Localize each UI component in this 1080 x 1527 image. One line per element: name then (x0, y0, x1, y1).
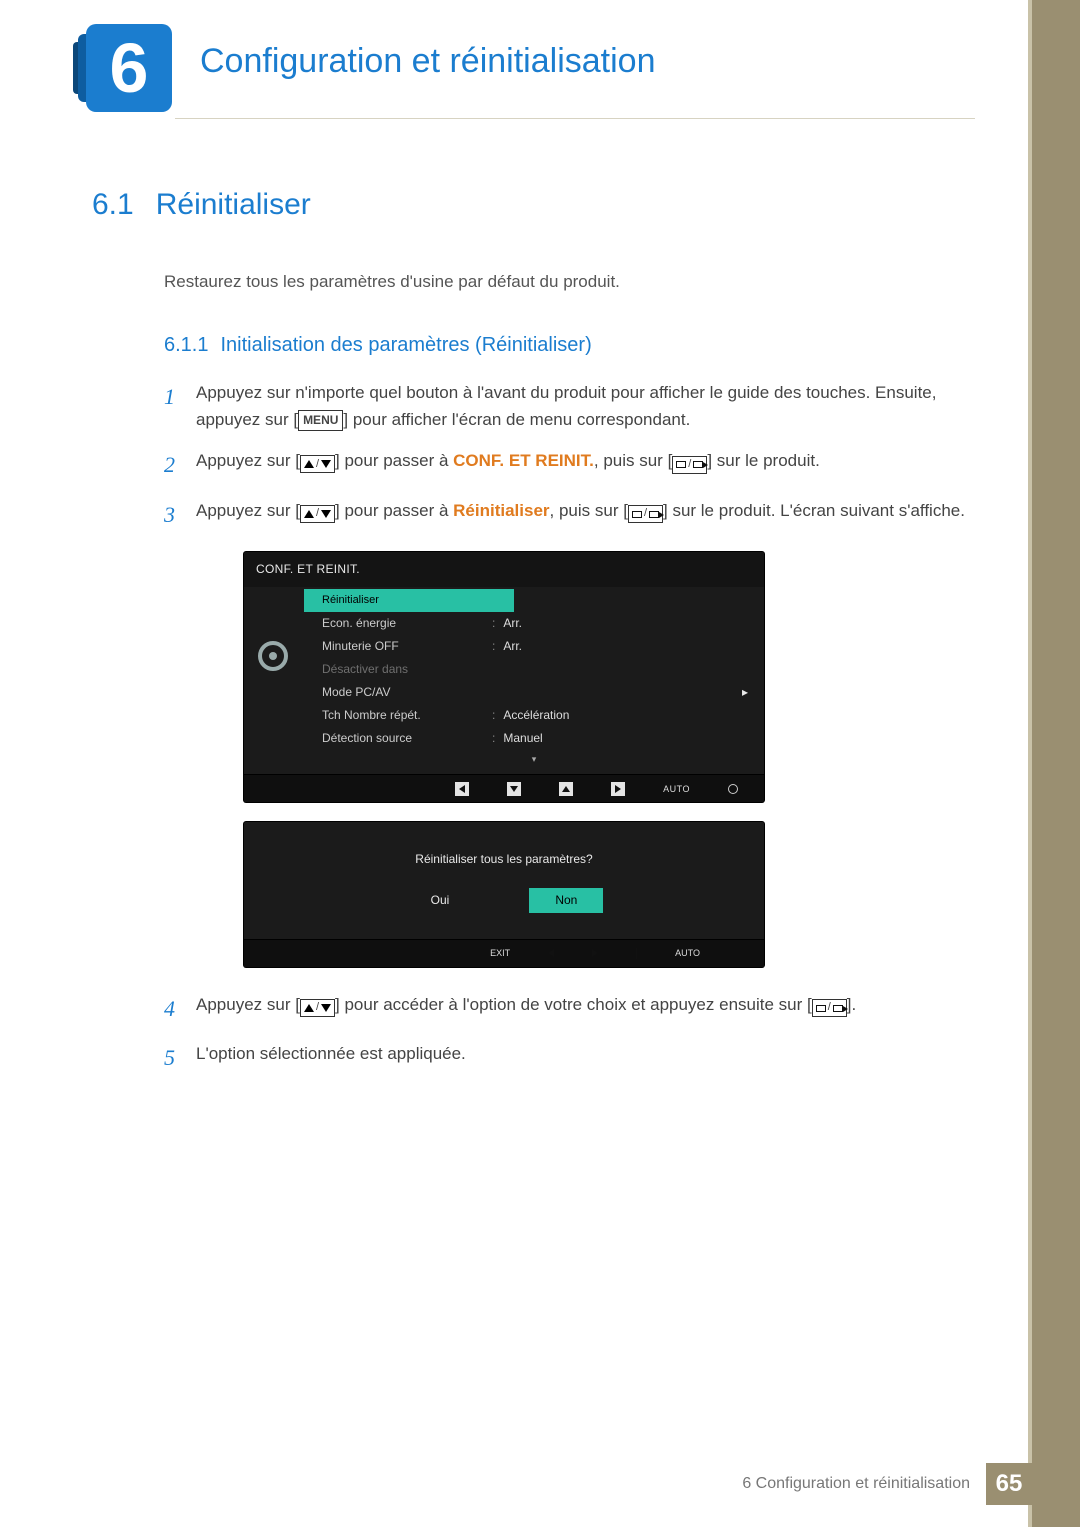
enter-button-icon (636, 946, 637, 960)
right-button-icon (592, 949, 598, 957)
page-number: 65 (986, 1463, 1032, 1505)
chapter-title: Configuration et réinitialisation (200, 42, 655, 81)
osd-wrap: CONF. ET REINIT. Réinitialiser Econ. éne… (244, 552, 764, 967)
step-text: Appuyez sur [/] pour passer à Réinitiali… (196, 497, 965, 532)
menu-button-icon: MENU (298, 410, 343, 431)
page-content: 6.1 Réinitialiser Restaurez tous les para… (92, 188, 972, 1089)
subsection-heading: 6.1.1 Initialisation des paramètres (Réin… (164, 334, 972, 357)
subsection-number: 6.1.1 (164, 334, 208, 356)
osd-title: CONF. ET REINIT. (244, 552, 764, 587)
osd-row-econ-energie: Econ. énergie:Arr. (304, 612, 764, 635)
osd2-button-bar: EXIT AUTO (244, 939, 764, 967)
step-number: 2 (164, 447, 182, 482)
step-text: Appuyez sur [/] pour passer à CONF. ET R… (196, 447, 820, 482)
subsection-title: Initialisation des paramètres (Réinitial… (220, 334, 591, 356)
up-down-icon: / (300, 999, 335, 1017)
steps-list: 1 Appuyez sur n'importe quel bouton à l'… (164, 379, 972, 1075)
auto-label: AUTO (663, 782, 690, 796)
section-title: Réinitialiser (156, 188, 311, 221)
step-2: 2 Appuyez sur [/] pour passer à CONF. ET… (164, 447, 972, 482)
osd-body: Réinitialiser Econ. énergie:Arr. Minuter… (244, 587, 764, 774)
no-button: Non (529, 888, 603, 913)
osd-button-bar: AUTO (244, 774, 764, 802)
osd-confirm-dialog: Réinitialiser tous les paramètres? Oui N… (244, 822, 764, 966)
step-text: Appuyez sur n'importe quel bouton à l'av… (196, 379, 972, 433)
osd-row-detection-source: Détection source:Manuel (304, 727, 764, 750)
keyword: CONF. ET REINIT. (453, 451, 594, 470)
left-button-icon (548, 949, 554, 957)
up-button-icon (559, 782, 573, 796)
step-number: 4 (164, 991, 182, 1026)
step-text: L'option sélectionnée est appliquée. (196, 1040, 466, 1075)
up-down-icon: / (300, 455, 335, 473)
step-5: 5 L'option sélectionnée est appliquée. (164, 1040, 972, 1075)
exit-label: EXIT (490, 946, 510, 960)
osd-row-desactiver-dans: Désactiver dans (304, 658, 764, 681)
step-text: Appuyez sur [/] pour accéder à l'option … (196, 991, 856, 1026)
step-number: 5 (164, 1040, 182, 1075)
chevron-right-icon: ▸ (742, 683, 748, 702)
osd-screenshots: CONF. ET REINIT. Réinitialiser Econ. éne… (164, 546, 972, 977)
header-divider (175, 118, 975, 119)
enter-icon: / (628, 505, 663, 523)
step-3: 3 Appuyez sur [/] pour passer à Réinitia… (164, 497, 972, 532)
step-number: 3 (164, 497, 182, 532)
section-number: 6.1 (92, 188, 134, 221)
enter-icon: / (812, 999, 847, 1017)
page-footer: 6 Configuration et réinitialisation 65 (0, 1463, 1032, 1505)
scroll-indicator: ▾ (304, 750, 764, 772)
right-button-icon (611, 782, 625, 796)
section-intro: Restaurez tous les paramètres d'usine pa… (164, 272, 972, 292)
up-down-icon: / (300, 505, 335, 523)
power-icon (728, 784, 738, 794)
down-button-icon (507, 782, 521, 796)
gear-icon (258, 641, 288, 671)
keyword: Réinitialiser (453, 501, 549, 520)
confirm-buttons: Oui Non (244, 888, 764, 939)
step-1: 1 Appuyez sur n'importe quel bouton à l'… (164, 379, 972, 433)
osd-row-minuterie-off: Minuterie OFF:Arr. (304, 635, 764, 658)
step-number: 1 (164, 379, 182, 433)
step-4: 4 Appuyez sur [/] pour accéder à l'optio… (164, 991, 972, 1026)
osd-row-reinitialiser: Réinitialiser (304, 589, 514, 612)
section-heading: 6.1 Réinitialiser (92, 188, 972, 222)
side-stripe (1032, 0, 1080, 1527)
auto-label: AUTO (675, 946, 700, 960)
left-button-icon (455, 782, 469, 796)
chapter-number-tab: 6 (86, 24, 172, 112)
footer-text: 6 Configuration et réinitialisation (742, 1475, 970, 1493)
osd-menu: CONF. ET REINIT. Réinitialiser Econ. éne… (244, 552, 764, 803)
osd-row-tch-nombre: Tch Nombre répét.:Accélération (304, 704, 764, 727)
osd-row-mode-pc-av: Mode PC/AV▸ (304, 681, 764, 704)
confirm-question: Réinitialiser tous les paramètres? (244, 822, 764, 887)
enter-icon: / (672, 456, 707, 474)
yes-button: Oui (405, 888, 476, 913)
